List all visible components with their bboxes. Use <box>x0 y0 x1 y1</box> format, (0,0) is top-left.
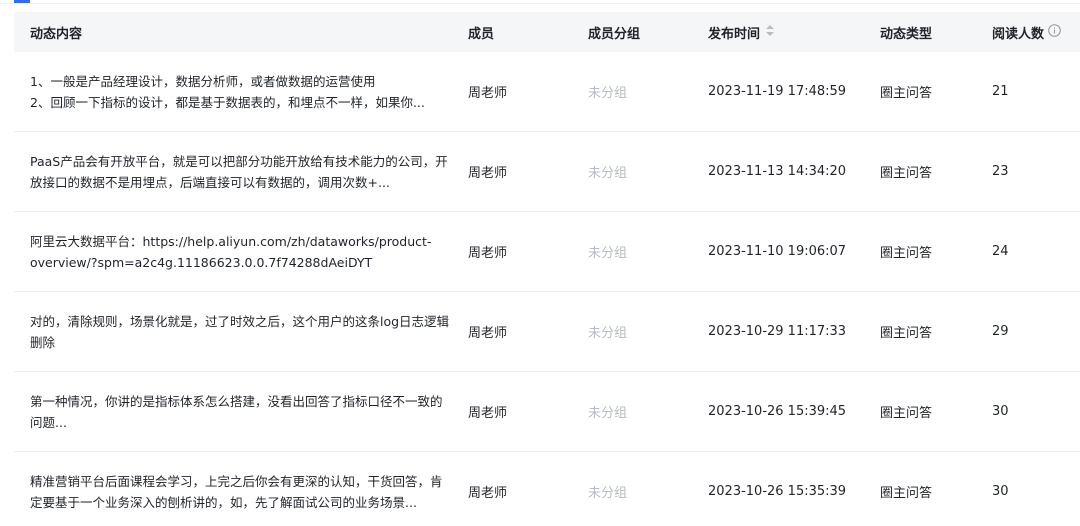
publish-time: 2023-10-26 15:35:39 <box>708 484 847 499</box>
member-name: 周老师 <box>468 246 508 261</box>
member-name: 周老师 <box>468 326 508 341</box>
content-text[interactable]: 第一种情况，你讲的是指标体系怎么搭建，没看出回答了指标口径不一致的问题... <box>30 391 450 433</box>
post-type: 圈主问答 <box>880 326 933 341</box>
read-count: 21 <box>992 84 1009 99</box>
content-cell: PaaS产品会有开放平台，就是可以把部分功能开放给有技术能力的公司，开放接口的数… <box>14 151 468 193</box>
table-row[interactable]: 对的，清除规则，场景化就是，过了时效之后，这个用户的这条log日志逻辑删除 周老… <box>14 292 1080 372</box>
post-type: 圈主问答 <box>880 406 933 421</box>
content-cell: 阿里云大数据平台：https://help.aliyun.com/zh/data… <box>14 231 468 273</box>
dynamics-page: 动态内容 成员 成员分组 发布时间 动态类型 阅读人数 1、一般是产品经理设计，… <box>0 0 1080 526</box>
read-count: 30 <box>992 404 1009 419</box>
sort-icon[interactable] <box>766 24 775 40</box>
read-count: 29 <box>992 324 1009 339</box>
publish-time: 2023-10-26 15:39:45 <box>708 404 847 419</box>
header-group: 成员分组 <box>588 26 641 42</box>
divider <box>0 3 1080 4</box>
content-text[interactable]: 精准营销平台后面课程会学习，上完之后你会有更深的认知，干货回答，肯定要基于一个业… <box>30 471 450 513</box>
member-group: 未分组 <box>588 86 628 101</box>
publish-time: 2023-11-19 17:48:59 <box>708 84 847 99</box>
content-text[interactable]: PaaS产品会有开放平台，就是可以把部分功能开放给有技术能力的公司，开放接口的数… <box>30 151 450 193</box>
table-row[interactable]: PaaS产品会有开放平台，就是可以把部分功能开放给有技术能力的公司，开放接口的数… <box>14 132 1080 212</box>
dynamics-table: 动态内容 成员 成员分组 发布时间 动态类型 阅读人数 1、一般是产品经理设计，… <box>14 12 1080 526</box>
content-text[interactable]: 对的，清除规则，场景化就是，过了时效之后，这个用户的这条log日志逻辑删除 <box>30 311 450 353</box>
header-reads: 阅读人数 <box>992 26 1045 42</box>
content-cell: 第一种情况，你讲的是指标体系怎么搭建，没看出回答了指标口径不一致的问题... <box>14 391 468 433</box>
table-row[interactable]: 精准营销平台后面课程会学习，上完之后你会有更深的认知，干货回答，肯定要基于一个业… <box>14 452 1080 526</box>
member-group: 未分组 <box>588 326 628 341</box>
read-count: 30 <box>992 484 1009 499</box>
header-type: 动态类型 <box>880 26 933 42</box>
post-type: 圈主问答 <box>880 486 933 501</box>
table-row[interactable]: 第一种情况，你讲的是指标体系怎么搭建，没看出回答了指标口径不一致的问题... 周… <box>14 372 1080 452</box>
member-name: 周老师 <box>468 486 508 501</box>
table-header: 动态内容 成员 成员分组 发布时间 动态类型 阅读人数 <box>14 12 1080 52</box>
member-group: 未分组 <box>588 406 628 421</box>
post-type: 圈主问答 <box>880 86 933 101</box>
table-body: 1、一般是产品经理设计，数据分析师，或者做数据的运营使用 2、回顾一下指标的设计… <box>14 52 1080 526</box>
table-row[interactable]: 1、一般是产品经理设计，数据分析师，或者做数据的运营使用 2、回顾一下指标的设计… <box>14 52 1080 132</box>
publish-time: 2023-11-10 19:06:07 <box>708 244 847 259</box>
post-type: 圈主问答 <box>880 166 933 181</box>
post-type: 圈主问答 <box>880 246 933 261</box>
header-member: 成员 <box>468 26 495 42</box>
member-name: 周老师 <box>468 166 508 181</box>
content-text[interactable]: 阿里云大数据平台：https://help.aliyun.com/zh/data… <box>30 231 450 273</box>
member-group: 未分组 <box>588 166 628 181</box>
content-cell: 精准营销平台后面课程会学习，上完之后你会有更深的认知，干货回答，肯定要基于一个业… <box>14 471 468 513</box>
member-name: 周老师 <box>468 406 508 421</box>
content-cell: 1、一般是产品经理设计，数据分析师，或者做数据的运营使用 2、回顾一下指标的设计… <box>14 71 468 113</box>
content-text[interactable]: 1、一般是产品经理设计，数据分析师，或者做数据的运营使用 2、回顾一下指标的设计… <box>30 71 450 113</box>
content-cell: 对的，清除规则，场景化就是，过了时效之后，这个用户的这条log日志逻辑删除 <box>14 311 468 353</box>
read-count: 24 <box>992 244 1009 259</box>
header-time-cell[interactable]: 发布时间 <box>708 23 880 42</box>
member-group: 未分组 <box>588 486 628 501</box>
publish-time: 2023-11-13 14:34:20 <box>708 164 847 179</box>
info-icon[interactable] <box>1048 23 1061 41</box>
header-content: 动态内容 <box>30 26 83 42</box>
publish-time: 2023-10-29 11:17:33 <box>708 324 847 339</box>
read-count: 23 <box>992 164 1009 179</box>
header-time: 发布时间 <box>708 26 761 42</box>
member-name: 周老师 <box>468 86 508 101</box>
member-group: 未分组 <box>588 246 628 261</box>
table-row[interactable]: 阿里云大数据平台：https://help.aliyun.com/zh/data… <box>14 212 1080 292</box>
header-reads-cell: 阅读人数 <box>992 23 1080 42</box>
